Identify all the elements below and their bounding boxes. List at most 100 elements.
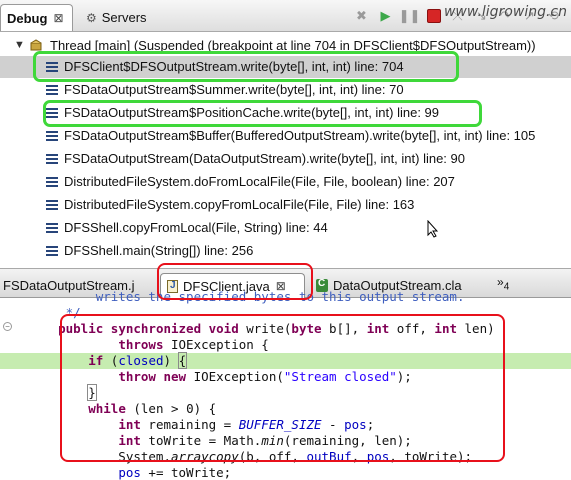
stack-frame-row[interactable]: DFSShell.main(String[]) line: 256: [0, 240, 571, 262]
mouse-cursor-icon: [427, 220, 439, 238]
code-token: -: [321, 417, 345, 432]
code-token: (remaining, len);: [283, 433, 412, 448]
code-token: throws: [118, 337, 164, 352]
code-line: */: [0, 305, 571, 321]
code-editor[interactable]: − writes the specified bytes to this out…: [0, 289, 571, 480]
stack-frame-icon: [46, 154, 58, 164]
code-token: , toWrite);: [389, 449, 473, 464]
watermark: www.ligrowing.cn: [443, 4, 567, 20]
stack-frame-row[interactable]: FSDataOutputStream(DataOutputStream).wri…: [0, 148, 571, 170]
stack-frame-label: FSDataOutputStream$PositionCache.write(b…: [64, 105, 440, 120]
code-token: write(: [238, 321, 292, 336]
code-token: arraycopy: [171, 449, 239, 464]
stack-frame-label: DistributedFileSystem.doFromLocalFile(Fi…: [64, 174, 455, 189]
stack-frame-label: FSDataOutputStream$Summer.write(byte[], …: [64, 82, 404, 97]
code-line: int toWrite = Math.min(remaining, len);: [0, 433, 571, 449]
code-line: pos += toWrite;: [0, 465, 571, 480]
code-line: int remaining = BUFFER_SIZE - pos;: [0, 417, 571, 433]
code-token: {: [177, 352, 188, 369]
code-line: while (len > 0) {: [0, 401, 571, 417]
code-line: }: [0, 384, 571, 401]
code-token: IOException {: [163, 337, 269, 352]
code-token: }: [87, 384, 97, 401]
code-token: if: [88, 353, 104, 368]
code-token: len): [457, 321, 495, 336]
code-token: int: [434, 321, 457, 336]
stack-frame-icon: [46, 246, 58, 256]
resume-icon[interactable]: ▶: [376, 8, 395, 24]
code-token: public synchronized void: [58, 321, 239, 336]
code-token: outBuf: [306, 449, 352, 464]
code-token: BUFFER_SIZE: [238, 417, 322, 432]
stack-frame-icon: [46, 177, 58, 187]
stack-frame-label: FSDataOutputStream$Buffer(BufferedOutput…: [64, 128, 536, 143]
code-token: (b, off,: [238, 449, 307, 464]
code-token: writes the specified bytes to this outpu…: [28, 289, 465, 304]
code-token: */: [28, 305, 81, 320]
servers-icon: ⚙: [86, 10, 97, 25]
code-token: closed: [118, 353, 164, 368]
code-token: );: [396, 369, 412, 384]
close-icon[interactable]: ⊠: [53, 11, 63, 25]
code-line: System.arraycopy(b, off, outBuf, pos, to…: [0, 449, 571, 465]
tab-servers[interactable]: ⚙ Servers: [80, 4, 156, 31]
overflow-glyph: »: [497, 275, 504, 289]
code-line: public synchronized void write(byte b[],…: [0, 321, 571, 337]
code-token: byte: [291, 321, 322, 336]
stack-frame-row[interactable]: DistributedFileSystem.doFromLocalFile(Fi…: [0, 171, 571, 193]
stack-frame-row[interactable]: DFSShell.copyFromLocal(File, String) lin…: [0, 217, 571, 239]
stack-frame-label: DistributedFileSystem.copyFromLocalFile(…: [64, 197, 415, 212]
code-token: pos: [118, 465, 141, 480]
code-token: while: [88, 401, 126, 416]
stack-frame-icon: [46, 108, 58, 118]
stack-frame-row[interactable]: FSDataOutputStream$PositionCache.write(b…: [0, 102, 571, 124]
stack-frame-label: FSDataOutputStream(DataOutputStream).wri…: [64, 151, 465, 166]
stack-frame-icon: [46, 131, 58, 141]
code-token: (len > 0) {: [125, 401, 217, 416]
stack-frame-row[interactable]: FSDataOutputStream$Buffer(BufferedOutput…: [0, 125, 571, 147]
remove-terminated-icon[interactable]: ✖: [352, 8, 371, 24]
stack-frame-row[interactable]: DistributedFileSystem.copyFromLocalFile(…: [0, 194, 571, 216]
code-token: min: [261, 433, 284, 448]
code-line: if (closed) {: [0, 352, 571, 369]
code-token: System.: [28, 449, 171, 464]
code-token: b[],: [321, 321, 367, 336]
code-token: pos: [366, 449, 390, 464]
stack-frame-label: DFSShell.copyFromLocal(File, String) lin…: [64, 220, 328, 235]
stack-frame-icon: [46, 62, 58, 72]
code-token: toWrite = Math.: [140, 433, 262, 448]
stack-frame-row[interactable]: FSDataOutputStream$Summer.write(byte[], …: [0, 79, 571, 101]
stack-frame-icon: [46, 200, 58, 210]
code-token: pos: [344, 417, 367, 432]
thread-node[interactable]: ▼ Thread [main] (Suspended (breakpoint a…: [0, 35, 571, 55]
chevron-down-icon[interactable]: ▼: [14, 39, 25, 51]
debug-stack-tree: ▼ Thread [main] (Suspended (breakpoint a…: [0, 33, 571, 265]
stack-frame-icon: [46, 223, 58, 233]
stack-frame-icon: [46, 85, 58, 95]
code-token: IOException(: [186, 369, 284, 384]
code-token: int: [118, 433, 141, 448]
tab-debug[interactable]: Debug ⊠: [0, 4, 73, 31]
code-token: ;: [366, 417, 375, 432]
code-line: writes the specified bytes to this outpu…: [0, 289, 571, 305]
tab-servers-label: Servers: [101, 10, 147, 25]
stack-frame-row[interactable]: DFSClient$DFSOutputStream.write(byte[], …: [0, 56, 571, 78]
debug-view-tabbar: Debug ⊠ ⚙ Servers ✖ ▶ ❚❚ ⤫ ↘ ↷ ↗ ⟲ www.ligrowin…: [0, 0, 571, 32]
code-token: throw new: [118, 369, 187, 384]
code-token: remaining =: [140, 417, 239, 432]
terminate-icon[interactable]: [424, 8, 443, 24]
thread-suspended-icon: [30, 39, 42, 51]
code-token: (: [103, 353, 119, 368]
code-token: += toWrite;: [140, 465, 232, 480]
code-line: throw new IOException("Stream closed");: [0, 369, 571, 385]
code-token: "Stream closed": [283, 369, 397, 384]
suspend-icon[interactable]: ❚❚: [399, 8, 421, 24]
